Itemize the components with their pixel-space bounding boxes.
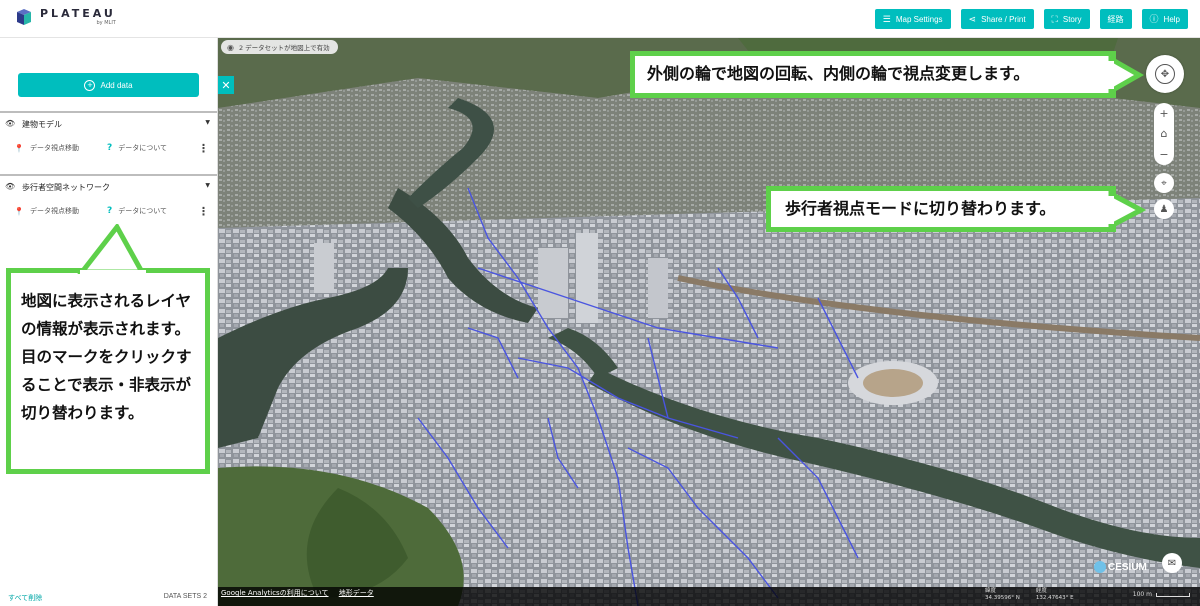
question-icon: ?	[107, 206, 113, 216]
fly-to-data-button[interactable]: 📍 データ視点移動	[14, 143, 79, 153]
plateau-logo[interactable]: PLATEAU by MLIT	[14, 7, 116, 27]
pedestrian-mode-button[interactable]: ♟	[1154, 199, 1174, 219]
crosshair-icon: ⌖	[1161, 177, 1167, 189]
zoom-control: + ⌂ −	[1154, 103, 1174, 165]
layer-info-callout: 地図に表示されるレイヤの情報が表示されます。目のマークをクリックすることで表示・…	[6, 268, 210, 474]
share-print-button[interactable]: ⋖ Share / Print	[960, 9, 1034, 29]
close-icon: ✕	[221, 78, 231, 92]
locate-button[interactable]: ⌖	[1154, 173, 1174, 193]
zoom-in-icon[interactable]: +	[1159, 107, 1168, 120]
clear-all-link[interactable]: すべて削除	[8, 593, 42, 603]
callout-pointer-layer	[77, 224, 146, 274]
layer-divider	[0, 111, 217, 113]
fly-to-data-button[interactable]: 📍 データ視点移動	[14, 206, 79, 216]
feedback-button[interactable]: ✉	[1162, 553, 1182, 573]
plateau-logo-icon	[17, 9, 31, 25]
about-data-button[interactable]: ? データについて	[107, 143, 167, 153]
about-data-button[interactable]: ? データについて	[107, 206, 167, 216]
compass-control[interactable]: ✥	[1146, 55, 1184, 93]
close-sidebar-button[interactable]: ✕	[218, 76, 234, 94]
route-button[interactable]: 経路	[1099, 9, 1132, 29]
eye-icon[interactable]: 👁	[5, 119, 15, 128]
layer-name: 建物モデル	[22, 120, 62, 129]
city-map-render	[218, 38, 1200, 606]
home-icon[interactable]: ⌂	[1161, 127, 1168, 140]
more-options-icon[interactable]: ⋮	[198, 142, 209, 155]
coordinate-readout: 緯度 34.39596° N 経度 132.47643° E	[985, 588, 1074, 601]
help-button[interactable]: ⓘ Help	[1141, 9, 1188, 29]
pedestrian-callout: 歩行者視点モードに切り替わります。	[766, 186, 1116, 232]
map-settings-button[interactable]: ☰ Map Settings	[874, 9, 951, 29]
more-options-icon[interactable]: ⋮	[198, 205, 209, 218]
help-icon: ⓘ	[1149, 13, 1159, 24]
terrain-data-link[interactable]: 地形データ	[339, 589, 374, 597]
callout-pointer-pedestrian	[1106, 190, 1146, 230]
callout-pointer-rotation	[1106, 55, 1144, 95]
logo-title: PLATEAU	[40, 7, 116, 20]
add-data-button[interactable]: + Add data	[18, 73, 199, 97]
rotation-callout: 外側の輪で地図の回転、内側の輪で視点変更します。	[630, 51, 1116, 98]
chat-icon: ✉	[1167, 557, 1177, 569]
radio-waves-icon: ◉	[227, 42, 234, 52]
plus-circle-icon: +	[84, 79, 96, 91]
analytics-link[interactable]: Google Analyticsの利用について	[221, 589, 329, 597]
dataset-count: DATA SETS 2	[163, 593, 207, 600]
compass-icon: ✥	[1155, 64, 1175, 84]
caret-down-icon[interactable]: ▼	[205, 119, 210, 126]
scale-bar: 100 m	[1133, 591, 1190, 598]
map-pin-icon: 📍	[14, 206, 24, 216]
top-bar: PLATEAU by MLIT ☰ Map Settings ⋖ Share /…	[0, 0, 1200, 38]
story-button[interactable]: ⛶ Story	[1043, 9, 1090, 29]
app-root: PLATEAU by MLIT ☰ Map Settings ⋖ Share /…	[0, 0, 1200, 606]
question-icon: ?	[107, 143, 113, 153]
3d-map-view[interactable]	[218, 38, 1200, 606]
caret-down-icon[interactable]: ▼	[205, 182, 210, 189]
layer-name: 歩行者空間ネットワーク	[22, 183, 110, 192]
sliders-icon: ☰	[882, 13, 891, 24]
active-datasets-indicator[interactable]: ◉ 2 データセットが地図上で有効	[221, 40, 338, 54]
logo-subtitle: by MLIT	[96, 20, 116, 26]
map-pin-icon: 📍	[14, 143, 24, 153]
cesium-logo[interactable]: CESIUM	[1094, 561, 1147, 573]
cesium-logo-icon	[1094, 561, 1106, 573]
map-footer: Google Analyticsの利用について 地形データ 緯度 34.3959…	[218, 587, 1200, 606]
story-icon: ⛶	[1051, 13, 1058, 24]
pedestrian-icon: ♟	[1159, 203, 1169, 215]
layer-divider	[0, 174, 217, 176]
eye-icon[interactable]: 👁	[5, 182, 15, 191]
zoom-out-icon[interactable]: −	[1159, 148, 1168, 161]
share-icon: ⋖	[968, 13, 977, 24]
